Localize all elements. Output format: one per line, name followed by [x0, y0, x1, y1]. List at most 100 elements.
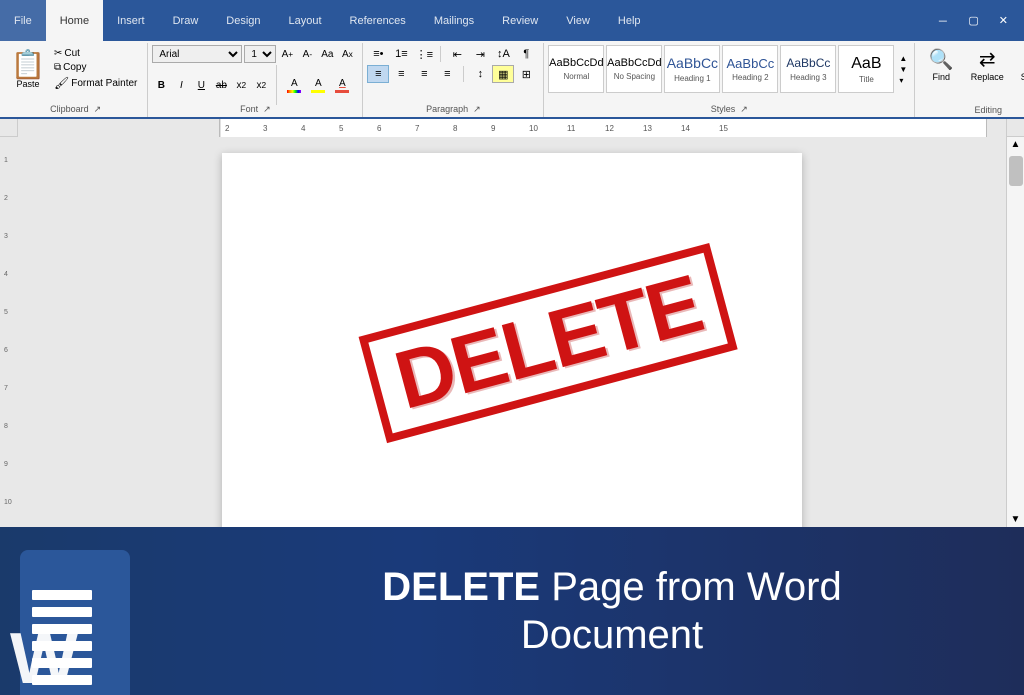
superscript-button[interactable]: x2	[252, 76, 270, 94]
shading-button[interactable]: ▦	[492, 65, 514, 83]
decrease-font-button[interactable]: A-	[298, 45, 316, 63]
styles-scroll-down-button[interactable]: ▼	[898, 64, 908, 75]
vertical-scrollbar[interactable]: ▲ ▼	[1006, 137, 1024, 527]
bullets-button[interactable]: ≡•	[367, 45, 389, 63]
increase-font-button[interactable]: A+	[278, 45, 296, 63]
tab-design[interactable]: Design	[212, 0, 274, 41]
logo-line-2	[32, 607, 92, 617]
tab-insert[interactable]: Insert	[103, 0, 159, 41]
ruler-svg: 2 3 4 5 6 7 8 9 10 11 12 13 14 15	[220, 119, 986, 137]
ruler-area: 2 3 4 5 6 7 8 9 10 11 12 13 14 15	[18, 119, 1006, 137]
clear-formatting-button[interactable]: Ax	[338, 45, 356, 63]
delete-stamp: DELETE	[359, 243, 739, 443]
styles-expand-button[interactable]: ▾	[898, 75, 908, 86]
change-case-button[interactable]: Aa	[318, 45, 336, 63]
multilevel-list-button[interactable]: ⋮≡	[413, 45, 435, 63]
style-title-preview: AaB	[851, 54, 881, 73]
borders-button[interactable]: ⊞	[515, 65, 537, 83]
close-button[interactable]: ✕	[991, 12, 1016, 29]
highlight-icon: A	[315, 78, 322, 89]
tab-layout[interactable]: Layout	[275, 0, 336, 41]
tab-help[interactable]: Help	[604, 0, 655, 41]
cut-button[interactable]: ✂ Cut	[52, 47, 139, 60]
style-h2-preview: AaBbCc	[727, 56, 775, 72]
increase-indent-button[interactable]: ⇥	[469, 45, 491, 63]
strikethrough-button[interactable]: ab	[212, 76, 230, 94]
tab-mailings[interactable]: Mailings	[420, 0, 488, 41]
page-area: DELETE	[18, 137, 1006, 527]
clipboard-group: 📋 Paste ✂ Cut ⧉ Copy 🖌 Format Painter Cl…	[4, 43, 148, 117]
copy-button[interactable]: ⧉ Copy	[52, 61, 139, 74]
style-normal-label: Normal	[563, 72, 589, 81]
replace-button[interactable]: ⇄ Replace	[965, 45, 1009, 84]
font-color-button[interactable]: A	[331, 76, 353, 94]
word-logo-letter: W	[10, 623, 78, 695]
svg-text:9: 9	[4, 461, 8, 468]
font-size-selector[interactable]: 12	[244, 45, 276, 63]
italic-button[interactable]: I	[172, 76, 190, 94]
show-formatting-button[interactable]: ¶	[515, 45, 537, 63]
svg-text:2: 2	[225, 124, 230, 133]
underline-button[interactable]: U	[192, 76, 210, 94]
paragraph-group-label: Paragraph ↗	[426, 104, 481, 115]
tab-file[interactable]: File	[0, 0, 46, 41]
highlight-bar	[311, 90, 325, 93]
align-right-button[interactable]: ≡	[413, 65, 435, 83]
scrollbar-thumb[interactable]	[1009, 156, 1023, 186]
copy-icon: ⧉	[54, 62, 61, 73]
find-button[interactable]: 🔍 Find	[919, 45, 963, 84]
paste-button[interactable]: 📋 Paste	[8, 45, 48, 95]
font-group: Arial 12 A+ A- Aa Ax B I U ab x2 x2 A	[148, 43, 363, 117]
styles-scroll-up-button[interactable]: ▲	[898, 53, 908, 64]
style-h1[interactable]: AaBbCc Heading 1	[664, 45, 720, 93]
left-ruler-svg: 1 2 3 4 5 6 7 8 9 10	[0, 137, 18, 527]
text-effects-button[interactable]: A	[283, 76, 305, 94]
tab-spacer	[655, 0, 930, 41]
format-painter-button[interactable]: 🖌 Format Painter	[52, 75, 139, 91]
ribbon-tabs-bar: File Home Insert Draw Design Layout Refe…	[0, 0, 1024, 41]
top-right-buttons: － ▢ ✕	[929, 0, 1024, 41]
font-selector[interactable]: Arial	[152, 45, 242, 63]
ruler-left-margin	[18, 119, 220, 137]
editing-group-label: Editing	[975, 105, 1003, 115]
paragraph-group: ≡• 1≡ ⋮≡ ⇤ ⇥ ↕A ¶ ≡ ≡ ≡ ≡ ↕ ▦ ⊞ Paragrap…	[363, 43, 544, 117]
word-logo-area: W	[0, 527, 200, 695]
banner-title-rest: Page from Word	[540, 565, 842, 609]
style-normal[interactable]: AaBbCcDd Normal	[548, 45, 604, 93]
subscript-button[interactable]: x2	[232, 76, 250, 94]
justify-button[interactable]: ≡	[436, 65, 458, 83]
style-title[interactable]: AaB Title	[838, 45, 894, 93]
numbering-button[interactable]: 1≡	[390, 45, 412, 63]
scroll-up-button[interactable]: ▲	[1009, 137, 1023, 152]
paste-icon: 📋	[11, 51, 46, 79]
font-row2: B I U ab x2 x2 A A A	[152, 65, 356, 105]
align-center-button[interactable]: ≡	[390, 65, 412, 83]
tab-review[interactable]: Review	[488, 0, 552, 41]
tab-view[interactable]: View	[552, 0, 604, 41]
font-color-bar	[335, 90, 349, 93]
clipboard-group-label: Clipboard ↗	[50, 104, 101, 115]
style-h3[interactable]: AaBbCc Heading 3	[780, 45, 836, 93]
logo-line-1	[32, 590, 92, 600]
tab-home[interactable]: Home	[46, 0, 103, 41]
tab-draw[interactable]: Draw	[159, 0, 213, 41]
select-button[interactable]: ▦ Select	[1011, 45, 1024, 84]
align-left-button[interactable]: ≡	[367, 65, 389, 83]
styles-group-label: Styles ↗	[711, 104, 748, 115]
tab-references[interactable]: References	[336, 0, 420, 41]
bold-button[interactable]: B	[152, 76, 170, 94]
sort-button[interactable]: ↕A	[492, 45, 514, 63]
style-h2[interactable]: AaBbCc Heading 2	[722, 45, 778, 93]
line-spacing-button[interactable]: ↕	[469, 65, 491, 83]
decrease-indent-button[interactable]: ⇤	[446, 45, 468, 63]
font-group-label: Font ↗	[240, 104, 271, 115]
ribbon: 📋 Paste ✂ Cut ⧉ Copy 🖌 Format Painter Cl…	[0, 41, 1024, 119]
paste-label: Paste	[16, 79, 39, 89]
highlight-color-button[interactable]: A	[307, 76, 329, 94]
style-nospace[interactable]: AaBbCcDd No Spacing	[606, 45, 662, 93]
ruler-right-margin	[986, 119, 1006, 137]
restore-button[interactable]: ▢	[960, 12, 986, 29]
svg-text:14: 14	[681, 124, 690, 133]
scroll-down-button[interactable]: ▼	[1009, 512, 1023, 527]
minimize-button[interactable]: －	[929, 11, 956, 31]
